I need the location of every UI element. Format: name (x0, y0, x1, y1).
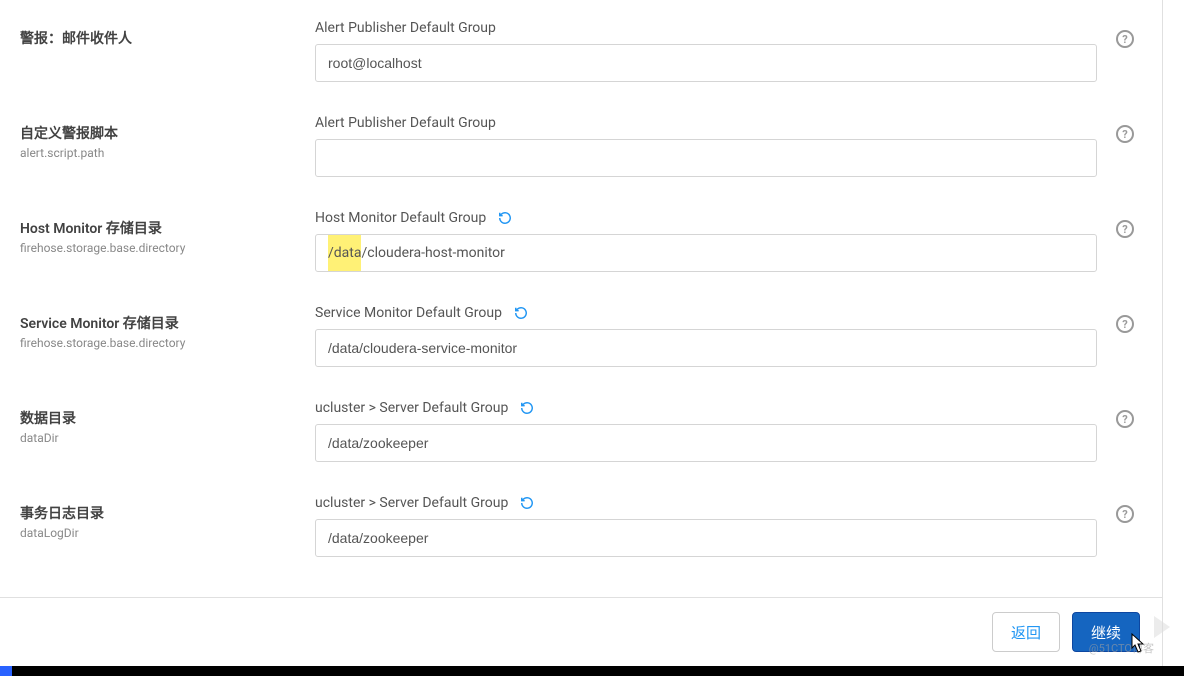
field-row-data-dir: 数据目录 dataDir ucluster > Server Default G… (20, 400, 1162, 462)
footer-bar: 返回 继续 @51CTO博客 (0, 597, 1162, 666)
continue-button[interactable]: 继续 (1072, 612, 1140, 652)
help-icon[interactable]: ? (1116, 125, 1134, 143)
help-icon[interactable]: ? (1116, 220, 1134, 238)
revert-icon[interactable] (514, 306, 528, 320)
group-header: Service Monitor Default Group (315, 305, 1097, 321)
taskbar-active-indicator (0, 666, 12, 676)
help-icon[interactable]: ? (1116, 505, 1134, 523)
alert-mail-input[interactable] (315, 44, 1097, 82)
field-row-alert-script: 自定义警报脚本 alert.script.path Alert Publishe… (20, 115, 1162, 177)
highlighted-text: /data (328, 235, 361, 271)
field-label: 事务日志目录 (20, 505, 315, 525)
field-label: Service Monitor 存储目录 (20, 315, 315, 335)
group-header: ucluster > Server Default Group (315, 400, 1097, 416)
help-icon[interactable]: ? (1116, 315, 1134, 333)
group-header: Alert Publisher Default Group (315, 20, 1097, 36)
field-label: 自定义警报脚本 (20, 125, 315, 145)
field-row-service-monitor-dir: Service Monitor 存储目录 firehose.storage.ba… (20, 305, 1162, 367)
alert-script-input[interactable] (315, 139, 1097, 177)
back-button[interactable]: 返回 (992, 612, 1060, 652)
field-label: Host Monitor 存储目录 (20, 220, 315, 240)
field-sublabel: firehose.storage.base.directory (20, 241, 315, 255)
group-header: Alert Publisher Default Group (315, 115, 1097, 131)
field-row-host-monitor-dir: Host Monitor 存储目录 firehose.storage.base.… (20, 210, 1162, 272)
field-row-datalog-dir: 事务日志目录 dataLogDir ucluster > Server Defa… (20, 495, 1162, 557)
data-dir-input[interactable] (315, 424, 1097, 462)
revert-icon[interactable] (520, 496, 534, 510)
group-header: ucluster > Server Default Group (315, 495, 1097, 511)
revert-icon[interactable] (520, 401, 534, 415)
field-label: 警报：邮件收件人 (20, 30, 315, 50)
help-icon[interactable]: ? (1116, 30, 1134, 48)
field-sublabel: firehose.storage.base.directory (20, 336, 315, 350)
host-monitor-dir-input[interactable]: /data/cloudera-host-monitor (315, 234, 1097, 272)
group-header: Host Monitor Default Group (315, 210, 1097, 226)
field-row-alert-mail: 警报：邮件收件人 Alert Publisher Default Group ? (20, 20, 1162, 82)
play-overlay-icon (1154, 616, 1170, 638)
revert-icon[interactable] (498, 211, 512, 225)
help-icon[interactable]: ? (1116, 410, 1134, 428)
field-sublabel: dataDir (20, 431, 315, 445)
service-monitor-dir-input[interactable] (315, 329, 1097, 367)
field-label: 数据目录 (20, 410, 315, 430)
field-sublabel: dataLogDir (20, 526, 315, 540)
taskbar (0, 666, 1184, 676)
field-sublabel: alert.script.path (20, 146, 315, 160)
datalog-dir-input[interactable] (315, 519, 1097, 557)
